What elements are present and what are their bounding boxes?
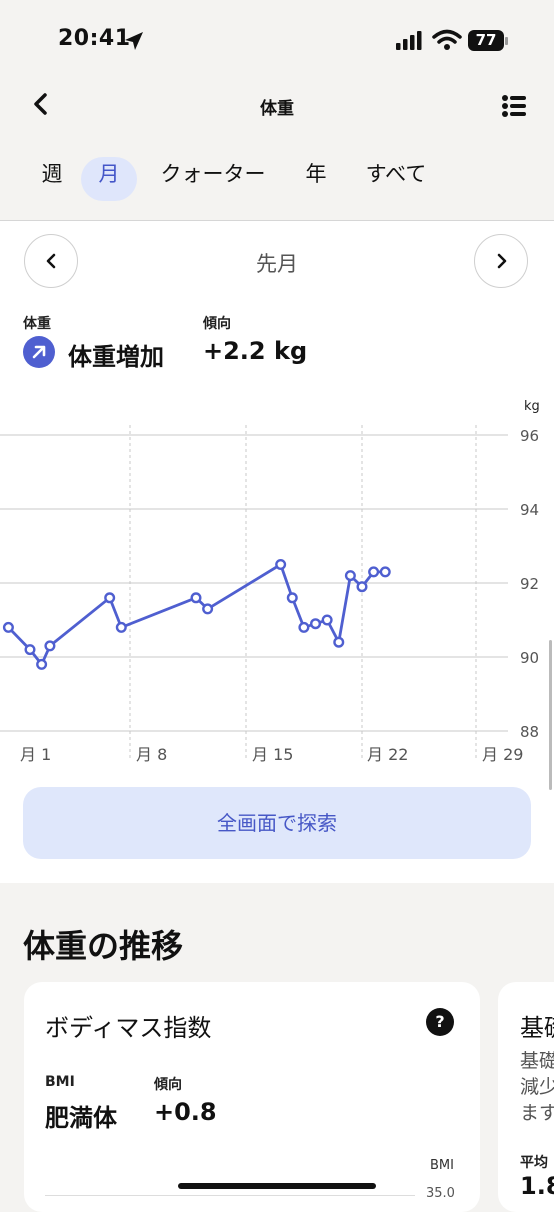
help-icon[interactable]: ?	[426, 1008, 454, 1036]
x-tick-label: 月 15	[252, 745, 293, 764]
basal-metabolism-card[interactable]: 基礎 基礎 減少 ます 平均 1.8	[498, 982, 554, 1212]
x-tick-label: 月 1	[20, 745, 51, 764]
page-title: 体重	[260, 99, 294, 119]
bmi-trend-value: +0.8	[154, 1098, 217, 1126]
weight-line-chart[interactable]: kg 96 94 92 90 88 月 1 月 8 月 15 月 22 月 29	[0, 390, 554, 770]
data-point	[115, 621, 127, 633]
range-label: 先月	[256, 252, 298, 276]
tab-year[interactable]: 年	[295, 157, 337, 201]
next-card-title: 基礎	[520, 1014, 554, 1042]
trend-up-icon	[23, 336, 55, 368]
data-point	[379, 566, 391, 578]
x-tick-label: 月 22	[367, 745, 408, 764]
data-point	[298, 621, 310, 633]
y-unit-label: kg	[524, 399, 540, 414]
trend-value: +2.2 kg	[203, 337, 308, 365]
y-tick-label: 96	[520, 427, 539, 445]
explore-fullscreen-button[interactable]: 全画面で探索	[23, 787, 531, 859]
data-point	[104, 592, 116, 604]
series-line	[7, 563, 386, 666]
next-card-line: 基礎	[520, 1050, 554, 1072]
data-point	[310, 618, 322, 630]
data-point	[344, 570, 356, 582]
list-menu-button[interactable]	[496, 90, 532, 122]
trend-label: 傾向	[203, 316, 231, 332]
weight-status: 体重増加	[68, 343, 164, 371]
bmi-trend-label: 傾向	[154, 1077, 182, 1093]
battery-level: 77	[475, 31, 497, 49]
data-point	[286, 592, 298, 604]
scroll-indicator	[549, 640, 552, 790]
cellular-signal-icon	[396, 31, 422, 50]
data-point	[275, 558, 287, 570]
next-period-button[interactable]	[474, 234, 528, 288]
tab-quarter[interactable]: クォーター	[152, 157, 274, 201]
bmi-axis-unit: BMI	[430, 1158, 454, 1173]
home-indicator	[178, 1183, 376, 1189]
data-point	[36, 658, 48, 670]
y-tick-label: 92	[520, 575, 539, 593]
data-point	[202, 603, 214, 615]
y-tick-label: 94	[520, 501, 539, 519]
data-point	[44, 640, 56, 652]
data-point	[2, 621, 14, 633]
weight-label: 体重	[23, 316, 51, 332]
status-time: 20:41	[58, 26, 131, 51]
battery-cap	[505, 37, 508, 45]
list-icon	[502, 95, 526, 117]
y-tick-label: 90	[520, 649, 539, 667]
y-tick-label: 88	[520, 723, 539, 741]
x-tick-label: 月 8	[136, 745, 167, 764]
tab-week[interactable]: 週	[30, 157, 74, 201]
bmi-card-title: ボディマス指数	[45, 1014, 212, 1042]
wifi-icon	[432, 29, 462, 50]
x-tick-label: 月 29	[482, 745, 523, 764]
bmi-axis-top: 35.0	[426, 1186, 455, 1201]
section-title: 体重の推移	[23, 927, 184, 965]
data-point	[356, 581, 368, 593]
location-arrow-icon	[125, 32, 143, 50]
data-point	[24, 644, 36, 656]
tab-all[interactable]: すべて	[356, 157, 436, 201]
next-card-avg-value: 1.8	[520, 1172, 554, 1200]
bmi-card[interactable]: ボディマス指数 BMI 肥満体 傾向 +0.8 BMI 35.0	[24, 982, 480, 1212]
bmi-label: BMI	[45, 1074, 75, 1090]
battery-icon: 77	[468, 30, 504, 51]
chevron-right-icon	[497, 253, 507, 269]
bmi-status: 肥満体	[45, 1104, 117, 1132]
bmi-grid-line	[45, 1195, 415, 1196]
data-point	[321, 614, 333, 626]
tab-month[interactable]: 月	[81, 157, 137, 201]
data-point	[368, 566, 380, 578]
data-point	[190, 592, 202, 604]
next-card-line: 減少	[520, 1076, 554, 1098]
data-point	[333, 636, 345, 648]
next-card-line: ます	[520, 1102, 554, 1124]
next-card-avg-label: 平均	[520, 1155, 548, 1171]
